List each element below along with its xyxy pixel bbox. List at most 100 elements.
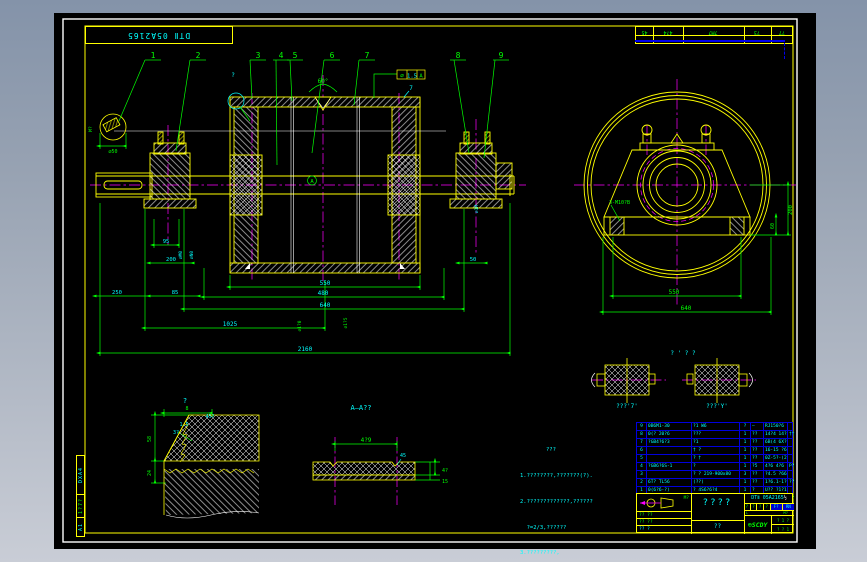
weld-dim-24: 24 (147, 470, 153, 476)
bom-code: 0B6M1-30 (646, 423, 691, 430)
edge-label-top: DXA4 (77, 466, 84, 484)
left-bearing (143, 131, 197, 209)
tb-mark: ? (751, 504, 758, 510)
dim-detail-side: M? (88, 126, 94, 132)
tb-left-row: ?? ?? (637, 512, 691, 519)
bom-qty: 1 (739, 439, 750, 446)
plug-detail (99, 113, 127, 141)
weld-dim-top: 8 (185, 406, 188, 412)
right-bearing (449, 131, 513, 209)
drawing-number-cell: DTⅡ 05A2165½ (744, 494, 794, 504)
section-dim-r1: 4? (442, 468, 448, 474)
drawing-subtitle: ?? (713, 523, 722, 530)
endview-dim-550: 550 (669, 289, 680, 296)
weld-anno-45: 45? (205, 414, 214, 420)
endview-dim-640: 640 (681, 305, 692, 312)
bom-note (787, 455, 801, 462)
bom-material: ?? (750, 439, 763, 446)
edge-label-bottom: A1 (77, 522, 84, 532)
bom-no: 8 (640, 432, 643, 437)
dim-shaft-2: ⌀1?5 (343, 317, 349, 328)
tb-left-mark: M? (683, 496, 689, 501)
tb-divider (691, 520, 744, 521)
drawing-number: DTⅡ 05A2165 (751, 495, 784, 501)
datum-label: A (310, 179, 314, 185)
bom-name: ?1 (691, 439, 739, 446)
tb-small-l: L (746, 510, 749, 515)
bom-weight: 14?4 14?4 (763, 431, 787, 438)
parts-list-table: 9 0B6M1-30 ?1 W6? — RJ150?6 8 0(? 20?6??? 1?? 1… (636, 422, 794, 503)
dim-640: 640 (320, 302, 331, 309)
weld-dim-58: 58 (147, 436, 153, 442)
dim-250: 250 (112, 290, 122, 296)
bom-qty: 3 (739, 471, 750, 478)
seal-caption-right: ???'Y' (706, 403, 728, 410)
table-row: 3? ? 219-900x80 3?? ?4.5 ?66 (637, 470, 792, 478)
frame-edge-strip: DXA4 1?7? A1 (76, 455, 85, 537)
section-anno-45: 45 (400, 453, 406, 459)
balloon-7: 7 (365, 51, 370, 60)
dim-550: 550 (320, 280, 331, 287)
notes-title: ??? (546, 447, 556, 454)
balloon-1: 1 (151, 51, 156, 60)
weld-detail-title: ? (183, 397, 187, 405)
table-row: 6 † ?1??16-15 ?6-15 (637, 446, 792, 454)
dim-shaft-5: ⌀1M (474, 205, 480, 213)
tb-qty-cell: ? 1 ? (772, 516, 794, 525)
drawing-no-flipped: DTⅡ 05A2165 (127, 30, 191, 40)
bom-note: P? (787, 463, 801, 470)
balloon-8: 8 (456, 51, 461, 60)
tol-tag: 7 (409, 85, 413, 92)
balloon-3: 3 (256, 51, 261, 60)
seal-note: ? ' ? ? (670, 350, 696, 357)
bom-name: † ? (691, 447, 739, 454)
bom-qty: 1 (739, 447, 750, 454)
strip-cell: 45 (641, 29, 648, 35)
table-row: 9 0B6M1-30 ?1 W6? — RJ150?6 (637, 423, 792, 430)
bom-name: ? (691, 463, 739, 470)
drawing-title: ???? (702, 498, 733, 508)
bom-qty: ? (739, 423, 750, 430)
dim-detail-circle: ⌀50 (108, 149, 117, 155)
seal-detail-views (591, 358, 753, 403)
drawing-canvas: 1 2 3 4 5 6 7 8 9 ? ⌀ 1.5 A 7 60° A 550 … (54, 13, 816, 556)
dim-shaft-4: ⌀N0 (189, 251, 195, 259)
bom-extension-line (635, 40, 785, 42)
company-logo-cell: ⊕ SCDY (744, 516, 772, 534)
note-line: 1.????????,???????(?). (520, 472, 593, 479)
strip-cell: ?3 (753, 29, 761, 35)
projection-symbol-cell: M? (637, 494, 691, 512)
note-line: ?=2/3,?????? (520, 524, 567, 531)
balloon-6: 6 (330, 51, 335, 60)
edge-label-mid: 1?7? (77, 497, 84, 515)
bom-no: 6 (640, 448, 643, 453)
section-dim-r2: 15 (442, 479, 448, 485)
bom-no: 3 (640, 472, 643, 477)
tb-left-row: ?? ? (639, 527, 650, 532)
tb-blue-cell: F? (770, 504, 782, 510)
note-line: 3.?????????, (520, 550, 560, 557)
technical-notes: ??? 1.????????,???????(?). 2.???????????… (520, 429, 650, 562)
dim-2160: 2160 (298, 346, 313, 353)
tolerance-val: 1.5 (407, 74, 417, 80)
tb-mark: ? (764, 504, 771, 510)
tolerance-sym: ⌀ (400, 73, 404, 80)
tb-left-row: ?? ?? (637, 519, 691, 526)
weld-anno-3: 3? (173, 430, 179, 436)
section-dim-top: 4?9 (361, 437, 372, 444)
strip-cell: 4?4 (663, 29, 673, 35)
balloon-2: 2 (196, 51, 201, 60)
bom-name: ? † (691, 455, 739, 462)
bom-note: †† (787, 431, 801, 438)
bom-qty: 1 (739, 479, 750, 486)
bom-material: ?5 (750, 463, 763, 470)
balloon-5: 5 (293, 51, 298, 60)
bom-note (787, 471, 801, 478)
bom-no: 7 (640, 440, 643, 445)
table-row: 4 ?GB6?6S-1? 1 ?5 4?6 4?6 P? (637, 462, 794, 470)
bom-material: ?? (750, 431, 763, 438)
section-title: A—A?? (350, 404, 371, 412)
dim-shaft-1: ⌀1?0 (297, 320, 303, 331)
frame-top-label: DTⅡ 05A2165 (85, 26, 233, 44)
strip-cell: ?7 (778, 29, 786, 35)
